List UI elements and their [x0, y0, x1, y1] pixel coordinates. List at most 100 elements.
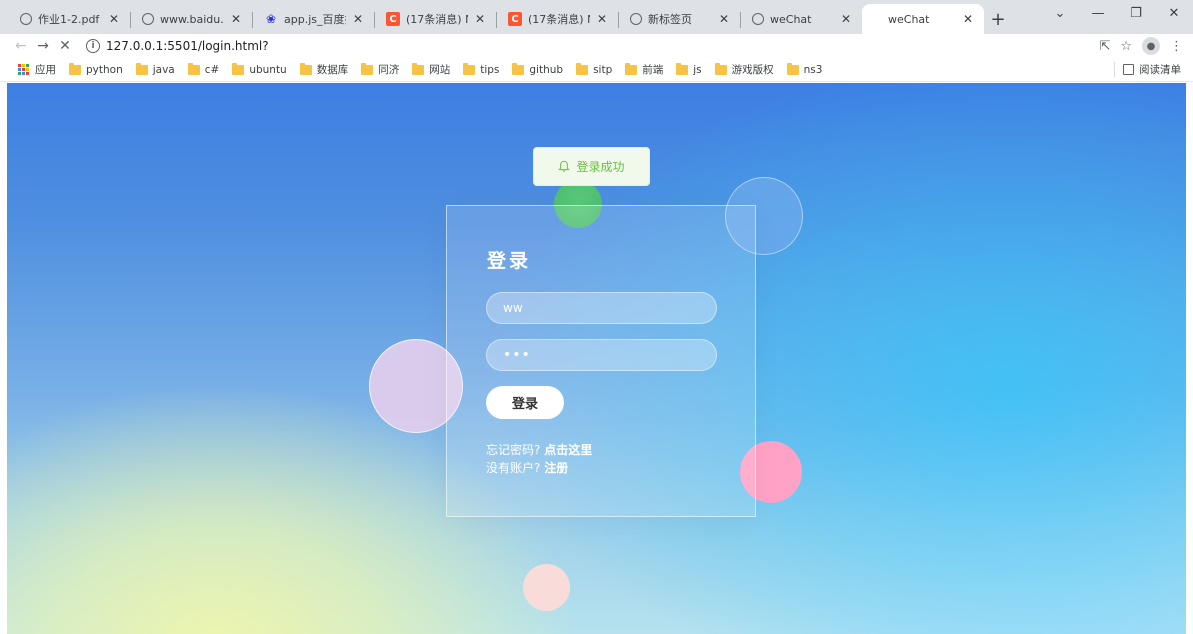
tab-title: (17条消息) Mon [406, 13, 468, 26]
tab-strip: 作业1-2.pdf ✕ www.baidu.com ✕ ❀ app.js_百度搜… [0, 0, 1193, 34]
tab-close-icon[interactable]: ✕ [960, 12, 976, 26]
folder-icon [463, 62, 476, 75]
username-input[interactable]: ww [486, 292, 717, 324]
tab-0[interactable]: 作业1-2.pdf ✕ [8, 4, 130, 34]
bookmark-label: js [693, 63, 702, 76]
bookmark-folder[interactable]: python [69, 62, 123, 76]
folder-icon [232, 62, 245, 75]
login-button[interactable]: 登录 [486, 386, 564, 419]
tab-close-icon[interactable]: ✕ [472, 12, 488, 26]
close-window-button[interactable]: ✕ [1155, 0, 1193, 26]
bookmark-label: python [86, 63, 123, 76]
profile-avatar[interactable]: ● [1142, 37, 1160, 55]
csdn-c-icon: C [508, 12, 522, 26]
folder-icon [361, 62, 374, 75]
bookmark-label: 应用 [35, 64, 56, 76]
folder-icon [187, 62, 200, 75]
bookmark-folder[interactable]: 数据库 [299, 62, 348, 77]
tab-title: weChat [770, 12, 812, 26]
decorative-bubble-peach [523, 564, 570, 611]
stop-loading-button[interactable]: ✕ [54, 38, 76, 54]
bookmark-folder[interactable]: 同济 [361, 62, 399, 77]
globe-icon [752, 13, 764, 25]
bookmark-folder[interactable]: sitp [576, 62, 612, 76]
signup-line: 没有账户? 注册 [486, 459, 592, 477]
reading-list-label: 阅读清单 [1139, 64, 1181, 76]
folder-icon [512, 62, 525, 75]
tab-6[interactable]: weChat ✕ [740, 4, 862, 34]
toast-message: 登录成功 [576, 160, 625, 174]
menu-kebab-icon[interactable]: ⋮ [1170, 39, 1183, 54]
folder-icon [135, 62, 148, 75]
csdn-c-icon: C [386, 12, 400, 26]
login-card: 登录 ww ••• 登录 忘记密码? 点击这里 没有账户? 注册 [446, 205, 756, 517]
share-icon[interactable]: ⇱ [1099, 39, 1110, 54]
bookmark-folder[interactable]: 前端 [625, 62, 663, 77]
folder-icon [786, 62, 799, 75]
address-bar[interactable]: i 127.0.0.1:5501/login.html? [86, 39, 1099, 53]
folder-icon [299, 62, 312, 75]
folder-icon [412, 62, 425, 75]
bookmark-label: ubuntu [249, 63, 287, 76]
bookmark-folder[interactable]: c# [187, 62, 219, 76]
tab-5[interactable]: 新标签页 ✕ [618, 4, 740, 34]
forgot-password-text: 忘记密码? [486, 443, 541, 457]
bookmark-folder[interactable]: 网站 [412, 62, 450, 77]
new-tab-button[interactable]: + [984, 4, 1012, 34]
tab-close-icon[interactable]: ✕ [594, 12, 610, 26]
info-icon[interactable]: i [86, 39, 100, 53]
tab-7-active[interactable]: weChat ✕ [862, 4, 984, 34]
bookmark-label: tips [480, 63, 500, 76]
folder-icon [69, 62, 81, 75]
bookmark-folder[interactable]: ns3 [786, 62, 823, 76]
tab-close-icon[interactable]: ✕ [350, 12, 366, 26]
url-text: 127.0.0.1:5501/login.html? [106, 39, 269, 53]
forgot-password-link[interactable]: 点击这里 [544, 443, 592, 457]
tab-1[interactable]: www.baidu.com ✕ [130, 4, 252, 34]
restore-button[interactable]: ❐ [1117, 0, 1155, 26]
success-toast: 登录成功 [533, 147, 650, 186]
bookmark-folder[interactable]: 游戏版权 [714, 62, 774, 77]
bookmark-folder[interactable]: github [512, 62, 564, 76]
tab-title: (17条消息) Node [528, 13, 590, 26]
minimize-button[interactable]: — [1079, 0, 1117, 26]
tab-title: www.baidu.com [160, 12, 224, 26]
forward-button[interactable]: → [32, 38, 54, 54]
apps-grid-icon [18, 64, 29, 75]
tab-close-icon[interactable]: ✕ [228, 12, 244, 26]
page-viewport: 登录 ww ••• 登录 忘记密码? 点击这里 没有账户? 注册 登录成功 [7, 83, 1186, 634]
bookmark-label: 游戏版权 [731, 64, 774, 76]
toolbar-actions: ⇱ ☆ ● ⋮ [1099, 37, 1183, 55]
folder-icon [576, 62, 589, 75]
bookmark-folder[interactable]: java [135, 62, 175, 76]
reading-list-button[interactable]: 阅读清单 [1114, 62, 1181, 77]
tab-close-icon[interactable]: ✕ [838, 12, 854, 26]
bookmark-apps[interactable]: 应用 [18, 62, 56, 77]
password-input[interactable]: ••• [486, 339, 717, 371]
bookmark-label: ns3 [803, 63, 823, 76]
signup-link[interactable]: 注册 [544, 461, 568, 475]
tab-4[interactable]: C (17条消息) Node ✕ [496, 4, 618, 34]
bookmark-folder[interactable]: tips [463, 62, 500, 76]
bell-icon [558, 160, 571, 172]
bookmark-label: github [529, 63, 564, 76]
back-button[interactable]: ← [10, 38, 32, 54]
bookmark-label: java [152, 63, 175, 76]
bookmark-folder[interactable]: js [676, 62, 702, 76]
bookmark-label: 前端 [642, 64, 664, 76]
reading-list-icon [1123, 64, 1134, 75]
bookmark-star-icon[interactable]: ☆ [1120, 39, 1132, 54]
globe-icon [20, 13, 32, 25]
folder-icon [676, 62, 689, 75]
tab-close-icon[interactable]: ✕ [106, 12, 122, 26]
tab-2[interactable]: ❀ app.js_百度搜索 ✕ [252, 4, 374, 34]
tab-title: weChat [888, 12, 930, 26]
baidu-paw-icon: ❀ [265, 12, 277, 26]
tab-close-icon[interactable]: ✕ [716, 12, 732, 26]
tab-search-icon[interactable]: ⌄ [1041, 0, 1079, 26]
bookmark-folder[interactable]: ubuntu [232, 62, 287, 76]
folder-icon [714, 62, 727, 75]
account-links: 忘记密码? 点击这里 没有账户? 注册 [486, 441, 592, 477]
globe-icon [630, 13, 642, 25]
tab-3[interactable]: C (17条消息) Mon ✕ [374, 4, 496, 34]
